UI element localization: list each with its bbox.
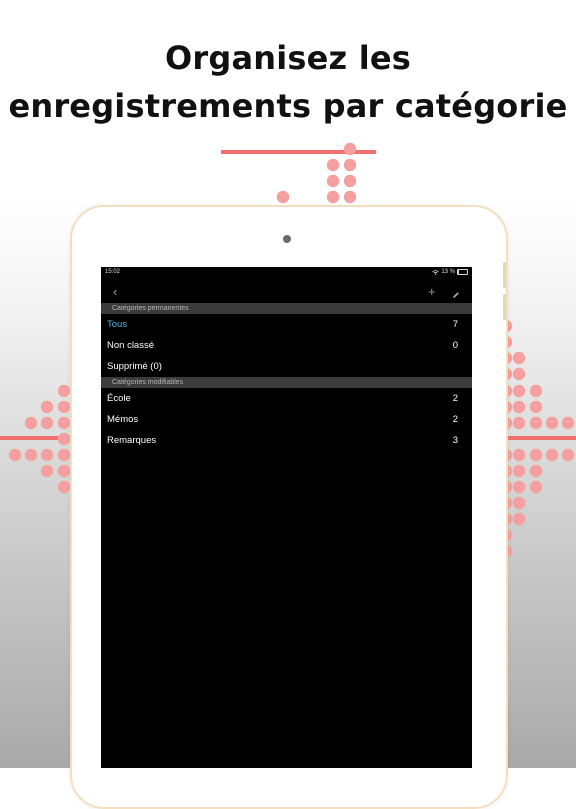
decor-dot xyxy=(57,400,71,414)
decor-dot xyxy=(57,432,71,446)
category-count: 7 xyxy=(452,319,458,330)
decor-dot xyxy=(529,416,543,430)
decor-dot xyxy=(512,512,526,526)
category-label: Remarques xyxy=(107,435,157,446)
wifi-icon xyxy=(432,269,440,275)
battery-text: 13 % xyxy=(441,269,455,275)
decor-dot xyxy=(276,190,290,204)
decor-dot xyxy=(57,464,71,478)
section-header-permanent: Catégories permanentes xyxy=(101,303,472,314)
decor-dot xyxy=(561,416,575,430)
decor-dot xyxy=(57,480,71,494)
category-row-tous[interactable]: Tous 7 xyxy=(101,314,472,335)
decor-dot xyxy=(512,496,526,510)
section-header-editable: Catégories modifiables xyxy=(101,377,472,388)
category-count: 3 xyxy=(452,435,458,446)
ipad-side-button xyxy=(503,262,506,288)
decor-dot xyxy=(512,384,526,398)
category-row-non-classe[interactable]: Non classé 0 xyxy=(101,335,472,356)
category-count: 2 xyxy=(452,414,458,425)
category-label: Non classé xyxy=(107,340,154,351)
decor-dot xyxy=(529,400,543,414)
category-row-remarques[interactable]: Remarques 3 xyxy=(101,430,472,451)
chevron-left-icon[interactable]: ‹ xyxy=(113,281,117,303)
app-screen: 15:02 13 % ‹ + Catégories permanentes To… xyxy=(101,267,472,768)
category-label: École xyxy=(107,393,131,404)
decor-dot xyxy=(57,384,71,398)
battery-icon xyxy=(457,269,468,275)
decor-dot xyxy=(512,351,526,365)
plus-icon[interactable]: + xyxy=(428,281,436,303)
decor-dot xyxy=(343,142,357,156)
decor-dot xyxy=(40,416,54,430)
decor-dot xyxy=(343,158,357,172)
decor-dot xyxy=(561,448,575,462)
decor-dot xyxy=(8,448,22,462)
nav-bar: ‹ + xyxy=(101,281,472,303)
decor-dot xyxy=(57,448,71,462)
section-title: Catégories modifiables xyxy=(112,379,184,386)
decor-dot xyxy=(529,464,543,478)
status-time: 15:02 xyxy=(105,269,121,275)
decor-dot xyxy=(512,480,526,494)
category-row-memos[interactable]: Mémos 2 xyxy=(101,409,472,430)
decor-dot xyxy=(529,480,543,494)
decor-dot xyxy=(512,416,526,430)
category-label: Supprimé (0) xyxy=(107,361,162,372)
category-row-ecole[interactable]: École 2 xyxy=(101,388,472,409)
decor-dot xyxy=(545,416,559,430)
accent-bar-right xyxy=(504,436,576,440)
decor-dot xyxy=(24,448,38,462)
decor-dot xyxy=(512,464,526,478)
ipad-side-button xyxy=(503,294,506,320)
decor-dot xyxy=(40,448,54,462)
decor-dot xyxy=(512,400,526,414)
status-right: 13 % xyxy=(432,269,468,275)
decor-dot xyxy=(40,400,54,414)
decor-dot xyxy=(326,174,340,188)
decor-dot xyxy=(512,448,526,462)
section-title: Catégories permanentes xyxy=(112,305,189,312)
category-count: 2 xyxy=(452,393,458,404)
decor-dot xyxy=(343,174,357,188)
decor-dot xyxy=(40,464,54,478)
decor-dot xyxy=(529,384,543,398)
decor-dot xyxy=(545,448,559,462)
status-bar: 15:02 13 % xyxy=(101,267,472,279)
decor-dot xyxy=(512,367,526,381)
decor-dot xyxy=(529,448,543,462)
decor-dot xyxy=(326,158,340,172)
decor-dot xyxy=(24,416,38,430)
camera-icon xyxy=(283,235,291,243)
decor-dot xyxy=(326,190,340,204)
decor-dot xyxy=(343,190,357,204)
category-count: 0 xyxy=(452,340,458,351)
category-row-supprime[interactable]: Supprimé (0) xyxy=(101,356,472,377)
decor-dot xyxy=(57,416,71,430)
category-label: Tous xyxy=(107,319,128,330)
category-label: Mémos xyxy=(107,414,139,425)
